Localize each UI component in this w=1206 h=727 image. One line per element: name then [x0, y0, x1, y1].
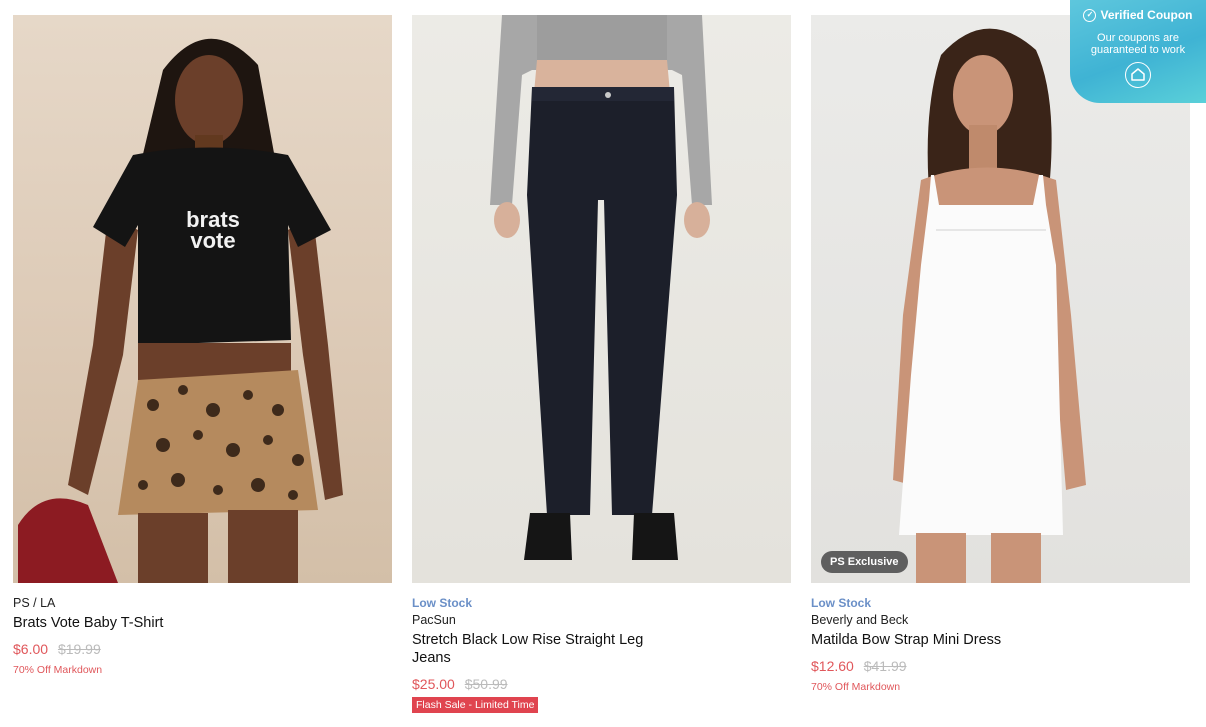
markdown-note: 70% Off Markdown — [811, 681, 901, 693]
sale-price: $12.60 — [811, 658, 854, 674]
price-row: $6.00 $19.99 — [13, 640, 392, 658]
product-card[interactable]: PS Exclusive Low Stock Beverly and Beck … — [811, 15, 1190, 713]
model-illustration: brats vote — [18, 38, 343, 583]
low-stock-label: Low Stock — [412, 596, 473, 610]
product-title[interactable]: Matilda Bow Strap Mini Dress — [811, 631, 1061, 649]
product-info: Low Stock PacSun Stretch Black Low Rise … — [412, 583, 791, 713]
original-price: $41.99 — [863, 658, 907, 674]
price-row: $25.00 $50.99 — [412, 675, 791, 693]
product-grid: brats vote PS / LA Brats Vote Baby T-Shi… — [13, 15, 1190, 713]
product-title[interactable]: Brats Vote Baby T-Shirt — [13, 614, 263, 632]
sale-price: $6.00 — [13, 641, 49, 657]
product-card[interactable]: Low Stock PacSun Stretch Black Low Rise … — [412, 15, 791, 713]
product-brand: PacSun — [412, 613, 456, 627]
original-price: $19.99 — [57, 641, 101, 657]
product-brand: PS / LA — [13, 596, 56, 610]
coupon-title: Verified Coupon — [1100, 8, 1193, 22]
exclusive-badge: PS Exclusive — [821, 551, 908, 573]
low-stock-label: Low Stock — [811, 596, 872, 610]
markdown-note: 70% Off Markdown — [13, 664, 103, 676]
check-circle-icon: ✓ — [1083, 8, 1097, 22]
product-card[interactable]: brats vote PS / LA Brats Vote Baby T-Shi… — [13, 15, 392, 713]
price-row: $12.60 $41.99 — [811, 657, 1190, 675]
product-title[interactable]: Stretch Black Low Rise Straight Leg Jean… — [412, 631, 662, 667]
sale-price: $25.00 — [412, 676, 455, 692]
model-illustration — [490, 15, 712, 560]
product-info: PS / LA Brats Vote Baby T-Shirt $6.00 $1… — [13, 583, 392, 676]
verified-coupon-widget[interactable]: ✓ Verified Coupon Our coupons are guaran… — [1070, 0, 1206, 103]
product-image[interactable] — [412, 15, 791, 583]
product-brand: Beverly and Beck — [811, 613, 909, 627]
product-image[interactable]: brats vote — [13, 15, 392, 583]
flash-sale-badge: Flash Sale - Limited Time — [412, 697, 539, 713]
coupon-tag-icon[interactable] — [1125, 62, 1151, 88]
product-info: Low Stock Beverly and Beck Matilda Bow S… — [811, 583, 1190, 693]
svg-text:vote: vote — [190, 228, 235, 253]
coupon-subtitle: Our coupons are guaranteed to work — [1090, 32, 1186, 56]
coupon-header: ✓ Verified Coupon — [1070, 8, 1206, 22]
original-price: $50.99 — [464, 676, 508, 692]
